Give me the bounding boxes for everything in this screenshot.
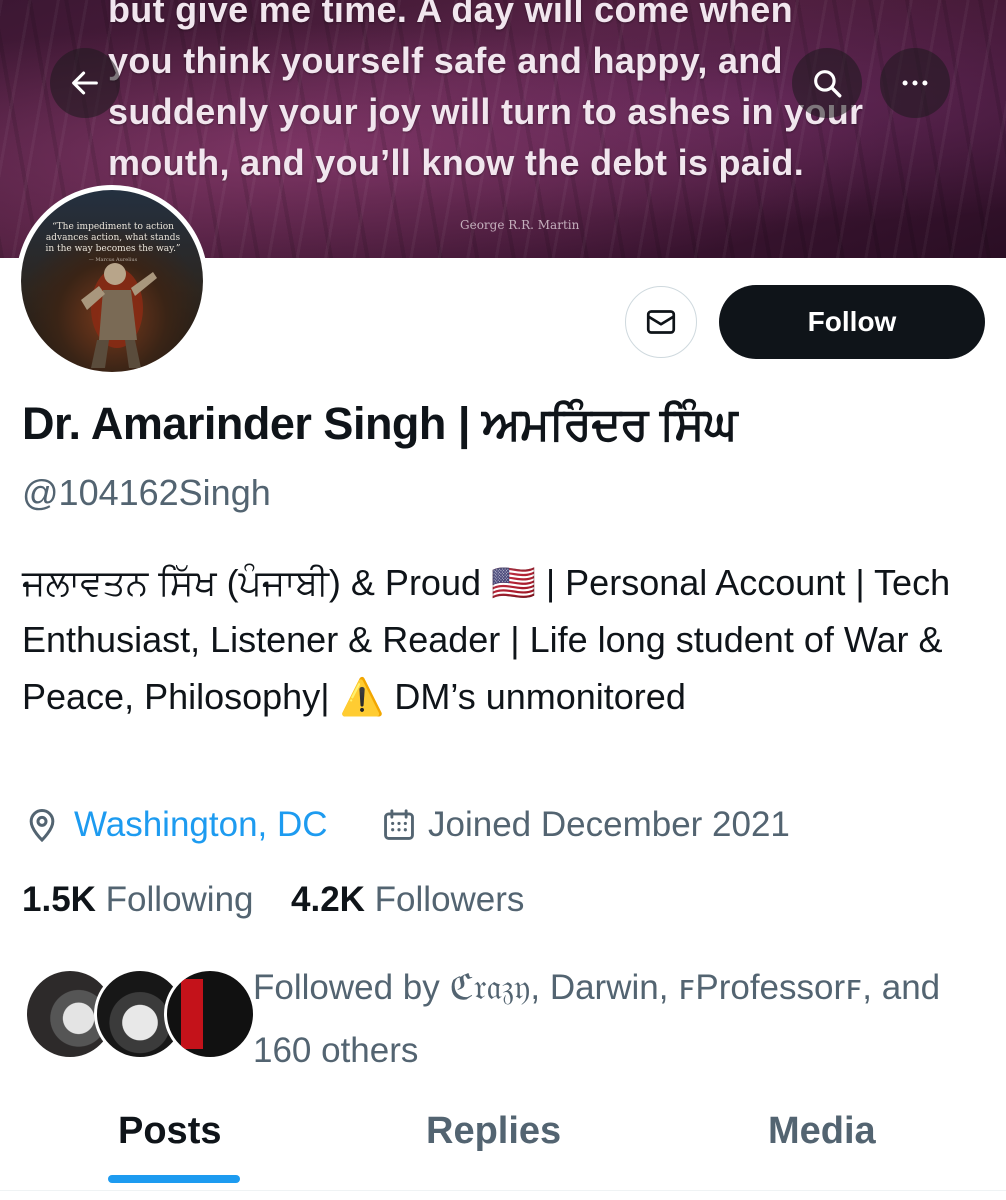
follow-button[interactable]: Follow	[719, 285, 985, 359]
warrior-figure-icon	[81, 263, 157, 368]
location[interactable]: Washington, DC	[22, 805, 328, 845]
avatar-image: “The impediment to action advances actio…	[21, 190, 203, 372]
following-label: Following	[105, 880, 254, 919]
back-button[interactable]	[50, 48, 120, 118]
arrow-left-icon	[72, 71, 98, 95]
follow-stats: 1.5K Following 4.2K Followers	[22, 880, 524, 920]
tabs-divider	[0, 1190, 1006, 1191]
profile-bio: ਜਲਾਵਤਨ ਸਿੱਖ (ਪੰਜਾਬੀ) & Proud 🇺🇸 | Person…	[22, 562, 951, 717]
tab-posts[interactable]: Posts	[118, 1110, 221, 1153]
message-button[interactable]	[625, 286, 697, 358]
more-button[interactable]	[880, 48, 950, 118]
profile-avatar[interactable]: “The impediment to action advances actio…	[16, 185, 208, 377]
join-date-text: Joined December 2021	[428, 805, 790, 844]
tab-media[interactable]: Media	[768, 1110, 876, 1153]
location-pin-icon	[29, 809, 55, 843]
mail-icon	[646, 310, 676, 334]
followers-label: Followers	[374, 880, 525, 919]
la-casa-de-papel-logo	[181, 979, 203, 1049]
banner-quote-author: George R.R. Martin	[460, 218, 580, 232]
following-count: 1.5K	[22, 880, 96, 919]
join-date: Joined December 2021	[380, 805, 790, 845]
followers-you-know-avatars[interactable]	[24, 968, 256, 1060]
profile-tabs: Posts Replies Media	[0, 1100, 1006, 1200]
banner-quote-line: mouth, and you’ll know the debt is paid.	[108, 142, 805, 183]
location-link[interactable]: Washington, DC	[74, 805, 328, 845]
followed-by-text[interactable]: Followed by ℭ𝔯𝔞𝔷𝔶, Darwin, ꜰProfessorꜰ, …	[253, 956, 993, 1082]
display-name: Dr. Amarinder Singh | ਅਮਰਿੰਦਰ ਸਿੰਘ	[22, 398, 737, 449]
search-icon	[814, 70, 842, 98]
followers-count: 4.2K	[291, 880, 365, 919]
follower-avatar	[164, 968, 256, 1060]
followers-stat[interactable]: 4.2K Followers	[291, 880, 524, 919]
active-tab-indicator	[108, 1175, 240, 1183]
banner-quote-line: but give me time. A day will come when	[108, 0, 793, 30]
username-handle: @104162Singh	[22, 472, 271, 513]
search-button[interactable]	[792, 48, 862, 118]
tab-replies[interactable]: Replies	[426, 1110, 561, 1153]
following-stat[interactable]: 1.5K Following	[22, 880, 254, 919]
more-horizontal-icon	[902, 80, 928, 86]
calendar-icon	[384, 809, 414, 840]
